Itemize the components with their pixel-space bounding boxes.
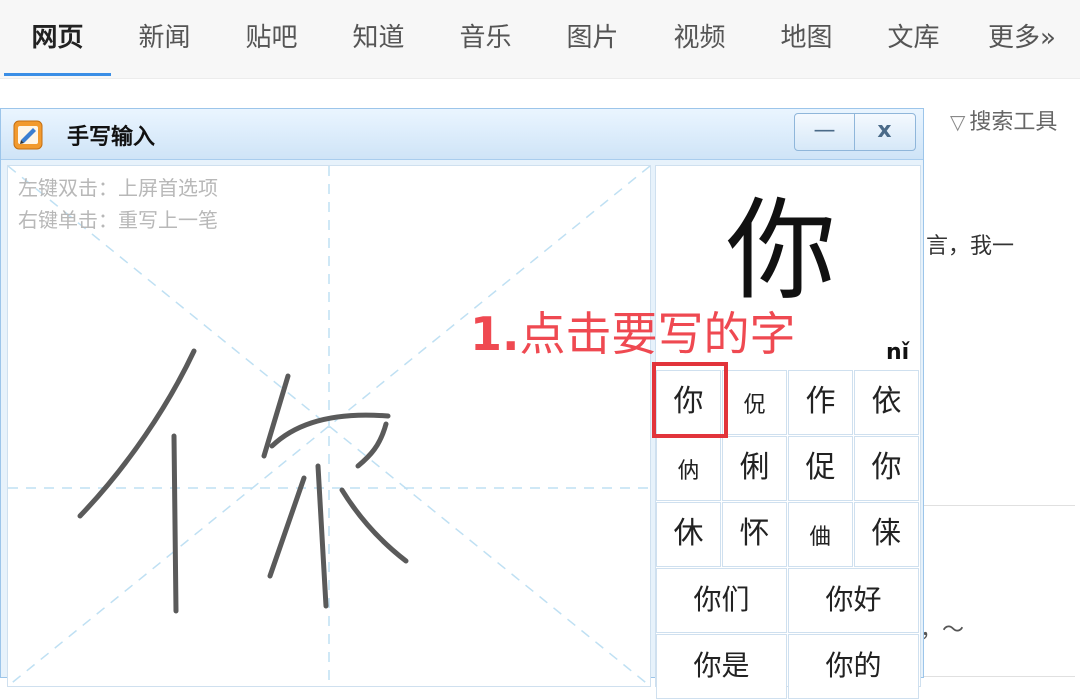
nav-tab-zhidao[interactable]: 知道 — [325, 0, 432, 78]
candidate-phrase[interactable]: 你好 — [788, 568, 919, 633]
top-nav: 网页 新闻 贴吧 知道 音乐 图片 视频 地图 文库 更多» — [0, 0, 1080, 79]
search-tools-button[interactable]: ▽ 搜索工具 — [950, 104, 1057, 136]
preview-pinyin: nǐ — [886, 340, 910, 365]
candidate-char[interactable]: 㐻 — [656, 436, 721, 501]
candidate-phrase[interactable]: 你的 — [788, 634, 919, 699]
handwriting-window: 手写输入 — x 左键双击：上屏首选项 右键单击：重写上一笔 你 nǐ 你 㑆 … — [0, 108, 924, 699]
candidate-char[interactable]: 㑆 — [722, 370, 787, 435]
nav-tab-video[interactable]: 视频 — [646, 0, 753, 78]
window-controls: — x — [794, 113, 916, 151]
annotation-text: 点击要写的字 — [519, 307, 796, 361]
search-tools-label: 搜索工具 — [969, 110, 1058, 135]
result-snippet-2: ，～ — [920, 618, 965, 643]
candidate-phrase[interactable]: 你们 — [656, 568, 787, 633]
candidate-char[interactable]: 怀 — [722, 502, 787, 567]
nav-tab-tieba[interactable]: 贴吧 — [218, 0, 325, 78]
nav-tab-more[interactable]: 更多» — [967, 0, 1077, 78]
nav-tab-images[interactable]: 图片 — [539, 0, 646, 78]
instruction-annotation: 1.点击要写的字 — [470, 298, 795, 364]
candidate-char[interactable]: 俫 — [854, 502, 919, 567]
handwriting-canvas[interactable]: 左键双击：上屏首选项 右键单击：重写上一笔 — [7, 165, 651, 687]
preview-character: 你 — [726, 187, 836, 315]
handwriting-app-icon — [13, 120, 43, 150]
nav-tab-news[interactable]: 新闻 — [111, 0, 218, 78]
candidate-phrase[interactable]: 你是 — [656, 634, 787, 699]
candidate-char[interactable]: 促 — [788, 436, 853, 501]
annotation-step-number: 1. — [470, 307, 520, 361]
candidate-char[interactable]: 你 — [854, 436, 919, 501]
candidate-char[interactable]: 休 — [656, 502, 721, 567]
filter-icon: ▽ — [950, 110, 966, 134]
nav-tab-web[interactable]: 网页 — [4, 0, 111, 78]
candidate-char[interactable]: 你 — [656, 370, 721, 435]
candidate-char[interactable]: 依 — [854, 370, 919, 435]
nav-tab-wenku[interactable]: 文库 — [860, 0, 967, 78]
nav-tab-music[interactable]: 音乐 — [432, 0, 539, 78]
result-card — [918, 505, 1075, 677]
candidate-char[interactable]: 㑋 — [788, 502, 853, 567]
handwritten-strokes — [77, 348, 409, 614]
window-titlebar[interactable]: 手写输入 — x — [1, 109, 923, 160]
candidate-panel: 你 nǐ 你 㑆 作 依 㐻 俐 促 你 休 怀 㑋 俫 你们 你好 你是 你的 — [655, 165, 921, 699]
nav-tab-map[interactable]: 地图 — [753, 0, 860, 78]
close-button[interactable]: x — [855, 114, 914, 150]
result-snippet: 言，我一 — [926, 234, 1015, 259]
candidate-char[interactable]: 俐 — [722, 436, 787, 501]
candidate-char[interactable]: 作 — [788, 370, 853, 435]
minimize-button[interactable]: — — [795, 114, 855, 150]
window-title: 手写输入 — [67, 125, 156, 150]
